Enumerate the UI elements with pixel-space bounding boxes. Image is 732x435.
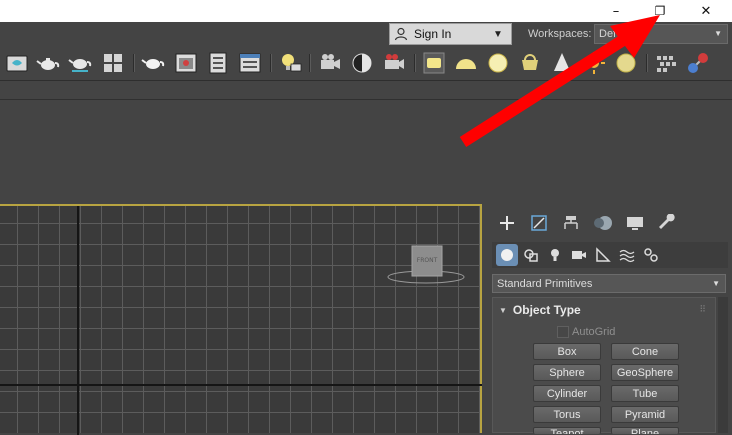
molecule-icon[interactable] [686,51,710,75]
create-tab[interactable] [492,210,522,236]
user-icon [390,27,412,41]
ribbon-panel [0,100,732,200]
box-button[interactable]: Box [533,343,601,360]
plus-icon [500,216,514,230]
rollout-title: Object Type [512,303,581,317]
viewcube[interactable]: FRONT [386,244,466,288]
motion-icon [594,216,612,230]
hierarchy-tab[interactable] [556,210,586,236]
systems-subtab[interactable] [640,244,662,266]
light-bulb-icon [551,249,559,261]
render-setup-icon[interactable] [5,51,29,75]
geometry-subtab[interactable] [496,244,518,266]
sphere-button[interactable]: Sphere [533,364,601,381]
workspaces-value: Def [599,28,617,40]
utilities-tab[interactable] [652,210,682,236]
camera-sequencer-icon[interactable] [318,51,342,75]
light-lister-icon[interactable] [278,51,302,75]
sun-light-icon[interactable] [582,51,606,75]
autogrid-label: AutoGrid [572,326,616,338]
teapot-render-alt-icon[interactable] [68,51,92,75]
close-button[interactable]: ✕ [683,0,729,22]
geosphere-button[interactable]: GeoSphere [611,364,679,381]
command-panel: Standard Primitives ▼ ▼ Object Type ⠿ Au… [488,204,732,434]
pyramid-button[interactable]: Pyramid [611,406,679,423]
wave-icon [619,249,635,263]
plane-light-icon[interactable] [422,51,446,75]
restore-icon: ❐ [654,4,666,18]
collapse-triangle-icon: ▼ [499,305,507,315]
wrench-icon [659,214,675,229]
cylinder-button[interactable]: Cylinder [533,385,601,402]
display-tab[interactable] [620,210,650,236]
shapes-subtab[interactable] [520,244,542,266]
disc-light-icon[interactable] [614,51,638,75]
grid-axis-horizontal [0,384,482,386]
gears-icon [644,248,658,262]
dome-light-icon[interactable] [454,51,478,75]
rendered-frame-icon[interactable] [174,51,198,75]
camera-icon [572,251,586,259]
lights-subtab[interactable] [544,244,566,266]
spacewarps-subtab[interactable] [616,244,638,266]
workspaces-select[interactable]: Def ▼ [594,24,728,44]
basket-icon[interactable] [518,51,542,75]
tape-measure-icon [596,247,611,262]
chevron-down-icon: ▼ [493,28,503,40]
hierarchy-icon [564,216,578,229]
tube-button[interactable]: Tube [611,385,679,402]
helpers-subtab[interactable] [592,244,614,266]
object-type-rollout: ▼ Object Type ⠿ AutoGrid Box Cone Sphere… [492,297,716,434]
toolbar-separator [414,54,416,72]
environment-icon[interactable] [101,51,125,75]
cone-light-icon[interactable] [550,51,574,75]
rollout-header[interactable]: ▼ Object Type [499,303,581,317]
checkbox-icon [557,326,569,338]
material-teapot-icon[interactable] [141,51,165,75]
teapot-render-icon[interactable] [36,51,60,75]
category-value: Standard Primitives [497,277,593,290]
minimize-button[interactable]: – [593,0,639,22]
ribbon-strip [0,81,732,100]
shapes-icon [524,249,538,262]
category-dropdown[interactable]: Standard Primitives ▼ [492,274,726,293]
main-toolbar [0,46,732,81]
command-panel-tabs [492,210,728,238]
sign-in-dropdown[interactable]: Sign In ▼ [389,23,512,45]
cameras-subtab[interactable] [568,244,590,266]
cone-button[interactable]: Cone [611,343,679,360]
create-subtabs [492,242,728,268]
track-view-icon[interactable] [238,51,262,75]
grid-axis-vertical [77,206,79,435]
chevron-down-icon: ▼ [712,279,720,288]
viewport-front[interactable]: FRONT [0,204,482,435]
restore-button[interactable]: ❐ [637,0,683,22]
half-sphere-icon[interactable] [350,51,374,75]
title-bar: – ❐ ✕ [0,0,732,22]
sphere-icon [501,249,513,261]
autogrid-checkbox[interactable]: AutoGrid [557,326,615,338]
viewcube-label: FRONT [416,257,438,264]
command-panel-scrollbar[interactable] [718,297,728,433]
toolbar-separator [133,54,135,72]
torus-button[interactable]: Torus [533,406,601,423]
monitor-icon [627,217,643,230]
toolbar-separator [646,54,648,72]
modify-icon [531,215,547,231]
schematic-view-icon[interactable] [206,51,230,75]
account-bar: Sign In ▼ Workspaces: Def ▼ [0,22,732,46]
close-icon: ✕ [700,3,712,19]
toolbar-separator [270,54,272,72]
modify-tab[interactable] [524,210,554,236]
sphere-light-icon[interactable] [486,51,510,75]
workspaces-label: Workspaces: [528,28,592,40]
motion-tab[interactable] [588,210,618,236]
render-camera-icon[interactable] [382,51,406,75]
sign-in-label: Sign In [414,27,452,41]
minimize-icon: – [612,3,620,19]
grid-pattern-icon[interactable] [654,51,678,75]
toolbar-separator [309,54,311,72]
grip-icon: ⠿ [699,304,707,314]
chevron-down-icon: ▼ [714,29,722,38]
